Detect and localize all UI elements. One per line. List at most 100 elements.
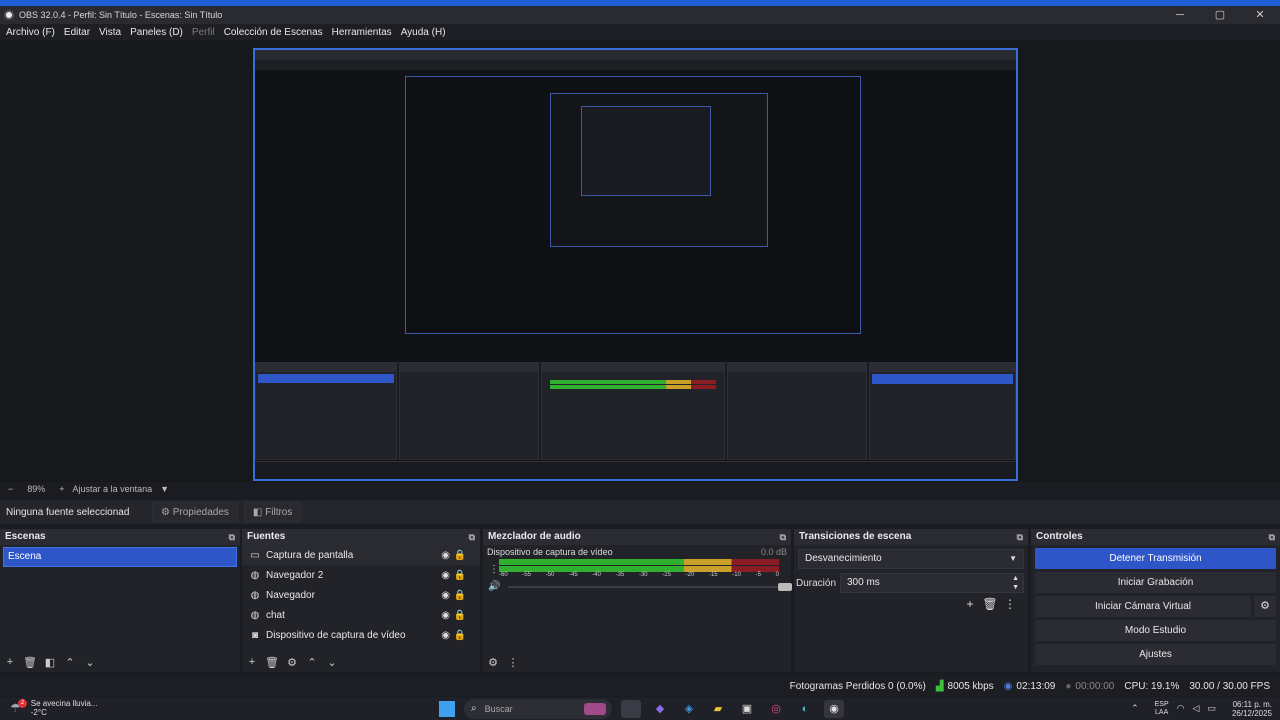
trash-icon[interactable]: 🗑 bbox=[262, 656, 282, 669]
dock-float-icon[interactable]: ⧉ bbox=[1017, 529, 1023, 545]
properties-button[interactable]: ⚙ Propiedades bbox=[152, 502, 238, 522]
preview-mirror-taskbar bbox=[255, 461, 1016, 479]
volume-slider[interactable] bbox=[508, 582, 793, 591]
eye-icon[interactable]: ◉ bbox=[441, 570, 450, 581]
chevron-down-icon[interactable]: ⌄ bbox=[80, 656, 100, 669]
clock[interactable]: 06:11 p. m. 26/12/2025 bbox=[1224, 700, 1272, 718]
trash-icon[interactable]: 🗑 bbox=[20, 656, 40, 669]
dock-float-icon[interactable]: ⧉ bbox=[229, 529, 235, 545]
taskbar-apps: ⌕ Buscar ◆ ◈ ▰ ▣ ◎ ◐ ◉ bbox=[439, 698, 844, 719]
add-icon[interactable]: + bbox=[960, 597, 980, 611]
menu-archivo[interactable]: Archivo (F) bbox=[6, 27, 55, 38]
zoom-in-button[interactable]: + bbox=[59, 484, 64, 494]
windows-start-icon[interactable] bbox=[439, 700, 455, 717]
scenes-dock: Escenas ⧉ Escena + 🗑 ◧ ⌃ ⌄ bbox=[0, 529, 240, 672]
filters-button[interactable]: ◧ Filtros bbox=[243, 502, 302, 522]
close-button[interactable]: ✕ bbox=[1240, 6, 1280, 24]
chevron-up-icon[interactable]: ⌃ bbox=[1131, 703, 1139, 714]
volume-icon[interactable]: ◁ bbox=[1193, 703, 1200, 714]
zoom-fit-label[interactable]: Ajustar a la ventana bbox=[73, 484, 153, 494]
spin-arrows-icon[interactable]: ▲ ▼ bbox=[1012, 574, 1019, 592]
source-row[interactable]: ◍ chat ◉ 🔒 bbox=[242, 605, 480, 625]
start-recording-button[interactable]: Iniciar Grabación bbox=[1035, 572, 1276, 593]
gear-icon[interactable]: ⚙ bbox=[1254, 596, 1276, 617]
trash-icon[interactable]: 🗑 bbox=[980, 597, 1000, 611]
kebab-menu-icon[interactable]: ⋮ bbox=[1000, 597, 1020, 611]
preview-nested-screen-3 bbox=[581, 106, 711, 196]
eye-icon[interactable]: ◉ bbox=[441, 610, 450, 621]
sources-dock: Fuentes ⧉ ▭ Captura de pantalla ◉ 🔒 ◍ Nav… bbox=[242, 529, 480, 672]
transition-select[interactable]: Desvanecimiento ▼ bbox=[798, 549, 1024, 569]
source-row[interactable]: ◍ Navegador 2 ◉ 🔒 bbox=[242, 565, 480, 585]
battery-icon[interactable]: ▭ bbox=[1207, 703, 1216, 714]
edge-icon[interactable]: ◐ bbox=[795, 700, 815, 718]
zoom-out-button[interactable]: − bbox=[8, 484, 13, 494]
menu-coleccion[interactable]: Colección de Escenas bbox=[224, 27, 323, 38]
settings-button[interactable]: Ajustes bbox=[1035, 644, 1276, 665]
kebab-menu-icon[interactable]: ⋮ bbox=[489, 564, 499, 575]
duration-spinbox[interactable]: 300 ms ▲ ▼ bbox=[840, 573, 1024, 593]
lock-icon[interactable]: 🔒 bbox=[454, 610, 466, 621]
lock-icon[interactable]: 🔒 bbox=[454, 630, 466, 641]
add-icon[interactable]: + bbox=[0, 656, 20, 668]
lock-icon[interactable]: 🔒 bbox=[454, 550, 466, 561]
source-row[interactable]: ◙ Dispositivo de captura de vídeo ◉ 🔒 bbox=[242, 625, 480, 645]
chevron-down-icon[interactable]: ⌄ bbox=[322, 656, 342, 669]
store-icon[interactable]: ▣ bbox=[737, 700, 757, 718]
kebab-menu-icon[interactable]: ⋮ bbox=[503, 656, 523, 669]
zoom-value: 89% bbox=[27, 484, 46, 494]
volume-slider-thumb[interactable] bbox=[778, 582, 793, 591]
mixer-settings-icon[interactable]: ⚙ bbox=[483, 656, 503, 669]
window-controls: ─ ▢ ✕ bbox=[1160, 6, 1280, 24]
language-indicator[interactable]: ESP LAA bbox=[1147, 701, 1169, 717]
menu-herramientas[interactable]: Herramientas bbox=[332, 27, 392, 38]
menu-paneles[interactable]: Paneles (D) bbox=[130, 27, 183, 38]
transitions-dock: Transiciones de escena ⧉ Desvanecimiento ▼… bbox=[794, 529, 1028, 672]
gear-icon[interactable]: ⚙ bbox=[282, 656, 302, 669]
eye-icon[interactable]: ◉ bbox=[441, 590, 450, 601]
instagram-icon[interactable]: ◎ bbox=[766, 700, 786, 718]
add-icon[interactable]: + bbox=[242, 656, 262, 668]
task-view-icon[interactable] bbox=[621, 699, 641, 718]
teams-icon[interactable]: ◆ bbox=[650, 700, 670, 718]
menu-vista[interactable]: Vista bbox=[99, 27, 121, 38]
mixer-header: Mezclador de audio ⧉ bbox=[483, 529, 791, 545]
program-preview[interactable] bbox=[253, 48, 1018, 481]
obs-taskbar-icon[interactable]: ◉ bbox=[824, 699, 844, 718]
source-row[interactable]: ▭ Captura de pantalla ◉ 🔒 bbox=[242, 545, 480, 565]
filter-icon[interactable]: ◧ bbox=[40, 656, 60, 669]
stop-stream-button[interactable]: Detener Transmisión bbox=[1035, 548, 1276, 569]
dock-float-icon[interactable]: ⧉ bbox=[780, 529, 786, 545]
lock-icon[interactable]: 🔒 bbox=[454, 570, 466, 581]
menu-editar[interactable]: Editar bbox=[64, 27, 90, 38]
title-bar: OBS 32.0.4 - Perfil: Sin Título - Escena… bbox=[0, 6, 1280, 24]
wifi-icon[interactable]: ◠ bbox=[1177, 703, 1185, 714]
virtual-cam-row: Iniciar Cámara Virtual ⚙ bbox=[1035, 596, 1276, 617]
preview-mirror-controls bbox=[869, 362, 1016, 460]
chevron-up-icon[interactable]: ⌃ bbox=[302, 656, 322, 669]
menu-perfil[interactable]: Perfil bbox=[192, 27, 215, 38]
scene-item[interactable]: Escena bbox=[3, 547, 237, 567]
source-name: Dispositivo de captura de vídeo bbox=[266, 629, 406, 641]
meter-tick-label: -50 bbox=[545, 572, 555, 578]
weather-widget[interactable]: ☂ 2 Se avecina lluvia... -2°C bbox=[10, 699, 97, 717]
eye-icon[interactable]: ◉ bbox=[441, 630, 450, 641]
minimize-button[interactable]: ─ bbox=[1160, 6, 1200, 24]
dock-float-icon[interactable]: ⧉ bbox=[1269, 529, 1275, 545]
studio-mode-button[interactable]: Modo Estudio bbox=[1035, 620, 1276, 641]
eye-icon[interactable]: ◉ bbox=[441, 550, 450, 561]
source-row[interactable]: ◍ Navegador ◉ 🔒 bbox=[242, 585, 480, 605]
dock-float-icon[interactable]: ⧉ bbox=[469, 529, 475, 545]
lock-icon[interactable]: 🔒 bbox=[454, 590, 466, 601]
speaker-icon[interactable]: 🔊 bbox=[488, 581, 500, 592]
menu-ayuda[interactable]: Ayuda (H) bbox=[401, 27, 446, 38]
start-virtual-camera-button[interactable]: Iniciar Cámara Virtual bbox=[1035, 596, 1251, 617]
maximize-button[interactable]: ▢ bbox=[1200, 6, 1240, 24]
preview-mirror-docks bbox=[255, 362, 1016, 460]
chevron-up-icon[interactable]: ⌃ bbox=[60, 656, 80, 669]
zoom-dropdown-arrow[interactable]: ▼ bbox=[160, 484, 169, 494]
notification-badge: 2 bbox=[18, 699, 27, 708]
copilot-icon[interactable]: ◈ bbox=[679, 700, 699, 718]
taskbar-search[interactable]: ⌕ Buscar bbox=[464, 698, 612, 719]
file-explorer-icon[interactable]: ▰ bbox=[708, 700, 728, 718]
